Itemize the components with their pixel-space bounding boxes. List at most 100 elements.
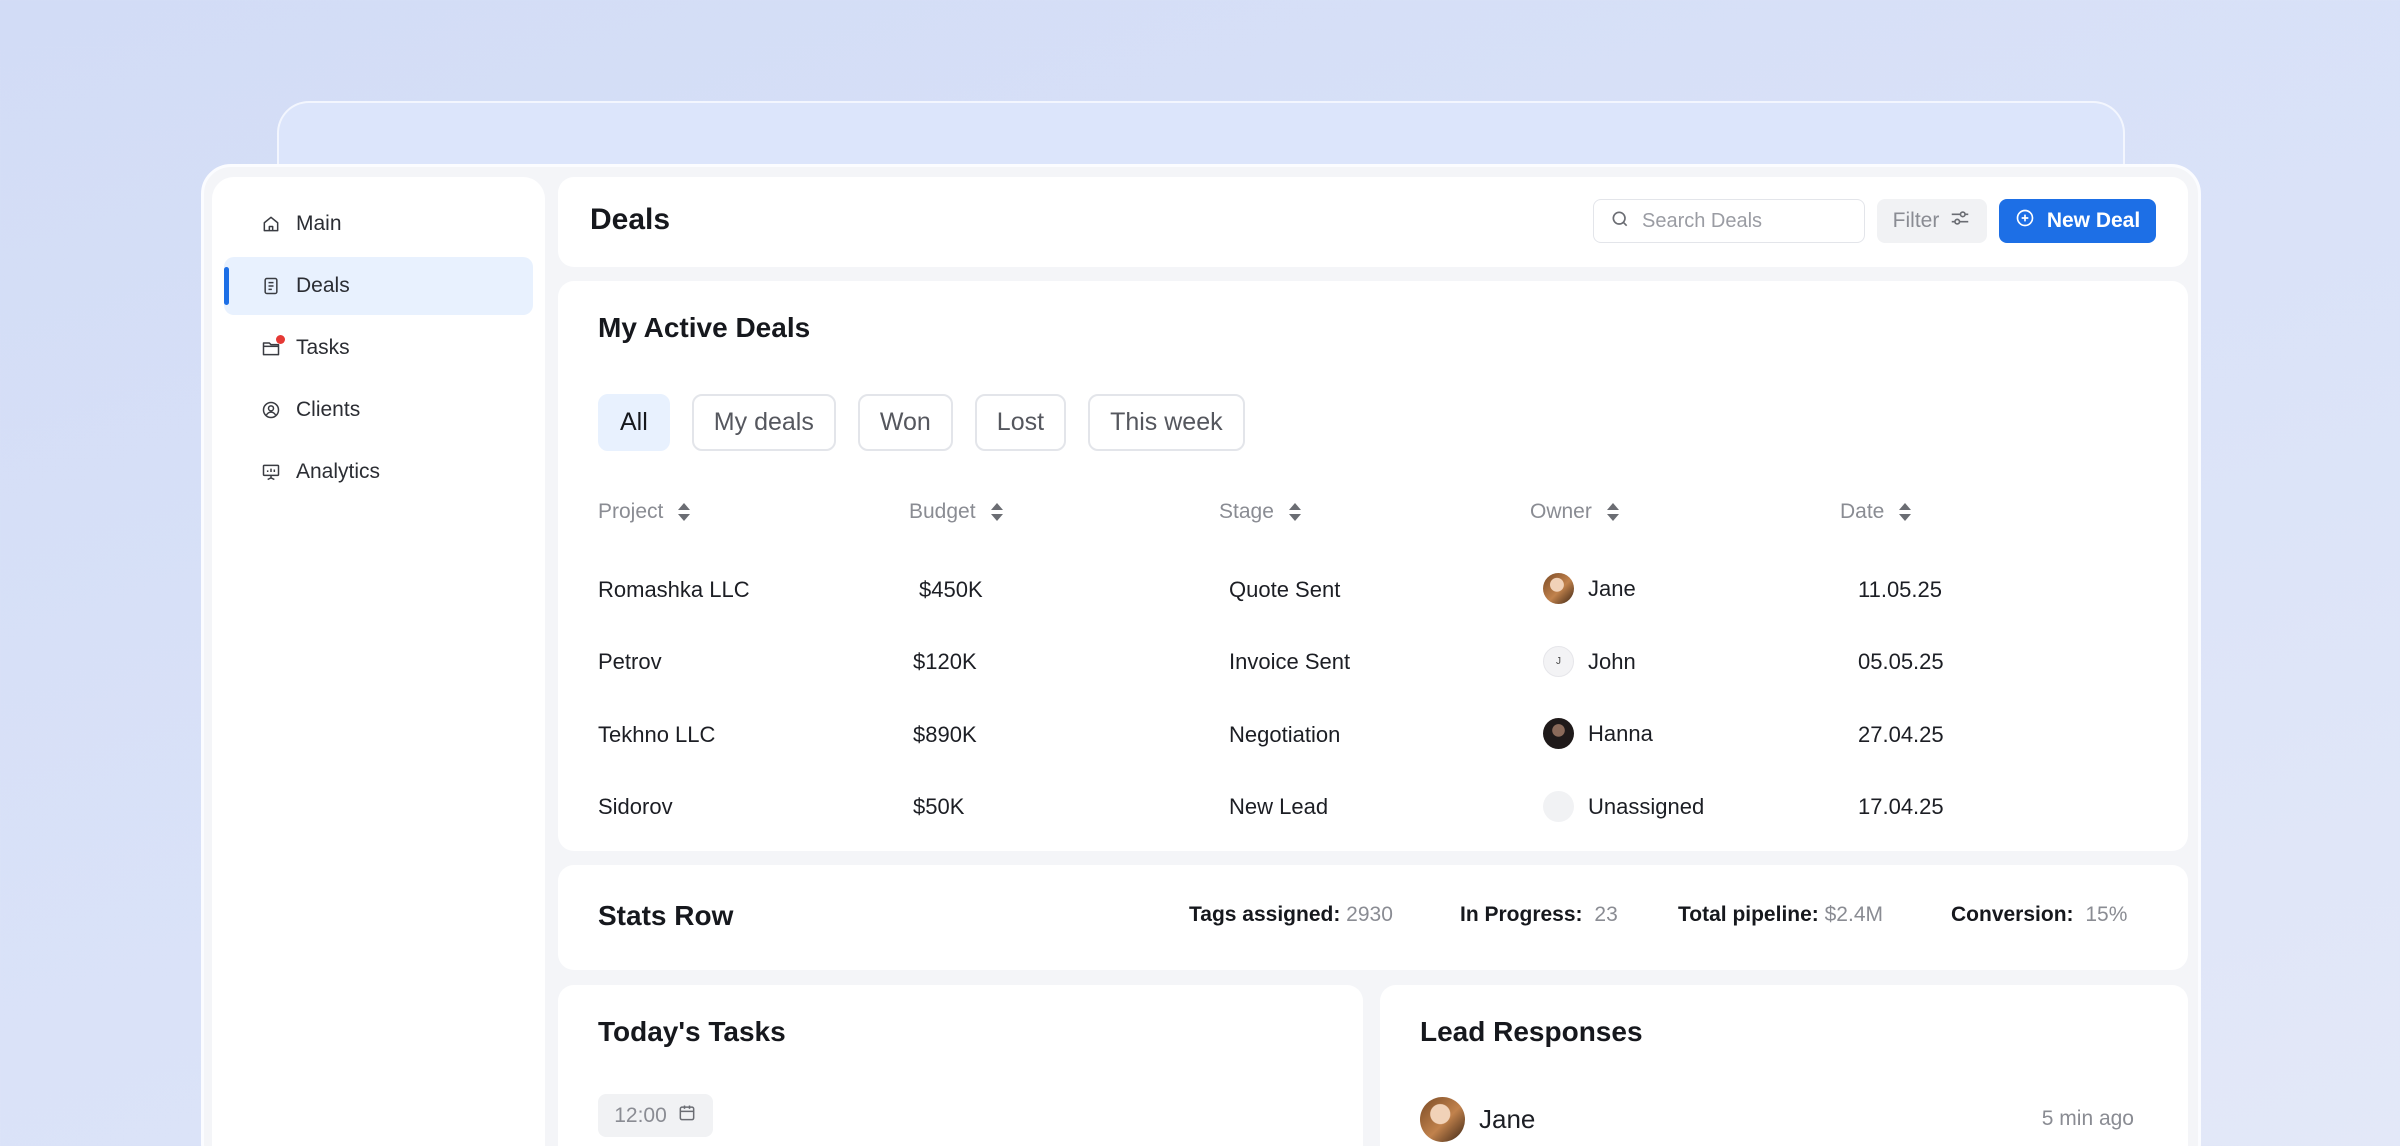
sidebar-item-clients[interactable]: Clients [224,381,533,439]
tab-all[interactable]: All [598,394,670,451]
sort-icon [1288,503,1301,521]
cell-date: 05.05.25 [1858,649,1944,674]
avatar [1543,791,1574,822]
column-header-date[interactable]: Date [1840,500,1912,524]
home-icon [260,213,282,235]
sidebar-item-deals[interactable]: Deals [224,257,533,315]
owner-name: John [1588,648,1636,674]
column-label: Date [1840,500,1885,523]
active-deals-panel: My Active Deals All My deals Won Lost Th… [558,281,2188,851]
lead-name: Jane [1479,1104,1536,1134]
cell-owner: Jane [1543,573,1636,604]
stat-value: 23 [1594,903,1618,926]
cell-owner: Unassigned [1543,791,1704,822]
filter-button[interactable]: Filter [1877,199,1987,243]
cell-date: 17.04.25 [1858,794,1944,819]
cell-owner: J John [1543,646,1636,677]
search-input[interactable] [1642,209,1842,233]
sort-icon [1899,503,1912,521]
cell-budget: $120K [913,649,977,674]
presentation-chart-icon [260,461,282,483]
tab-lost[interactable]: Lost [974,394,1067,451]
sidebar-item-tasks[interactable]: Tasks [224,319,533,377]
stat-label: Conversion: [1951,903,2074,926]
search-icon [1610,209,1630,234]
cell-stage: New Lead [1229,794,1329,819]
section-title: Lead Responses [1420,1016,1643,1047]
avatar [1543,573,1574,604]
page-title: Deals [590,203,671,236]
cell-date: 11.05.25 [1858,577,1943,602]
column-label: Project [598,500,664,523]
cell-stage: Negotiation [1229,722,1341,747]
avatar [1543,718,1574,749]
stat-label: In Progress: [1460,903,1583,926]
owner-name: Jane [1588,575,1636,601]
column-label: Budget [909,500,976,523]
cell-stage: Invoice Sent [1229,649,1351,674]
tab-won[interactable]: Won [857,394,953,451]
stat-conversion: Conversion: 15% [1951,903,2127,927]
notification-dot [276,335,285,344]
user-circle-icon [260,399,282,421]
cell-stage: Quote Sent [1229,577,1341,602]
search-box[interactable] [1593,199,1865,243]
section-title: Stats Row [598,900,734,931]
sort-icon [1606,503,1619,521]
lead-responses-panel: Lead Responses Jane 5 min ago [1380,985,2188,1146]
sidebar-item-label: Deals [296,274,350,297]
sidebar: Main Deals Tasks Clients Analytics [212,177,545,1146]
avatar [1420,1097,1465,1142]
sort-icon [678,503,691,521]
tab-this-week[interactable]: This week [1088,394,1245,451]
sidebar-item-label: Clients [296,398,361,421]
avatar: J [1543,646,1574,677]
cell-project: Tekhno LLC [598,722,716,747]
stat-total-pipeline: Total pipeline: $2.4M [1678,903,1883,927]
task-time-chip[interactable]: 12:00 [598,1094,713,1137]
sort-icon [990,503,1003,521]
cell-budget: $890K [913,722,977,747]
sidebar-item-label: Analytics [296,460,381,483]
folder-icon [260,335,285,359]
plus-circle-icon [2015,208,2035,234]
sidebar-item-analytics[interactable]: Analytics [224,443,533,501]
stat-in-progress: In Progress: 23 [1460,903,1618,927]
cell-project: Sidorov [598,794,673,819]
stat-label: Total pipeline: [1678,903,1819,926]
owner-name: Hanna [1588,720,1653,746]
new-deal-button[interactable]: New Deal [1999,199,2156,243]
owner-name: Unassigned [1588,793,1705,819]
stat-value: $2.4M [1824,903,1883,926]
document-icon [260,275,282,297]
lead-item[interactable]: Jane [1420,1097,1535,1142]
column-label: Owner [1530,500,1592,523]
sliders-icon [1949,207,1971,235]
cell-owner: Hanna [1543,718,1653,749]
column-header-budget[interactable]: Budget [909,500,1004,524]
column-header-stage[interactable]: Stage [1219,500,1302,524]
stats-row: Stats Row Tags assigned: 2930 In Progres… [558,865,2188,970]
task-time: 12:00 [614,1103,667,1127]
lead-timestamp: 5 min ago [2041,1107,2134,1130]
stat-value: 2930 [1346,903,1393,926]
column-header-project[interactable]: Project [598,500,691,524]
cell-project: Romashka LLC [598,577,750,602]
new-deal-label: New Deal [2046,209,2141,232]
cell-budget: $450K [919,577,983,602]
tab-my-deals[interactable]: My deals [691,394,836,451]
filter-label: Filter [1892,209,1940,232]
deal-filter-tabs: All My deals Won Lost This week [598,394,1245,451]
stat-tags-assigned: Tags assigned: 2930 [1189,903,1393,927]
cell-budget: $50K [913,794,965,819]
page-header: Deals Filter New Deal [558,177,2188,267]
cell-date: 27.04.25 [1858,722,1944,747]
sidebar-item-label: Main [296,212,342,235]
sidebar-item-label: Tasks [296,336,350,359]
column-label: Stage [1219,500,1274,523]
sidebar-item-main[interactable]: Main [224,195,533,253]
todays-tasks-panel: Today's Tasks 12:00 [558,985,1363,1146]
column-header-owner[interactable]: Owner [1530,500,1620,524]
calendar-icon [677,1103,697,1129]
section-title: My Active Deals [598,312,811,343]
